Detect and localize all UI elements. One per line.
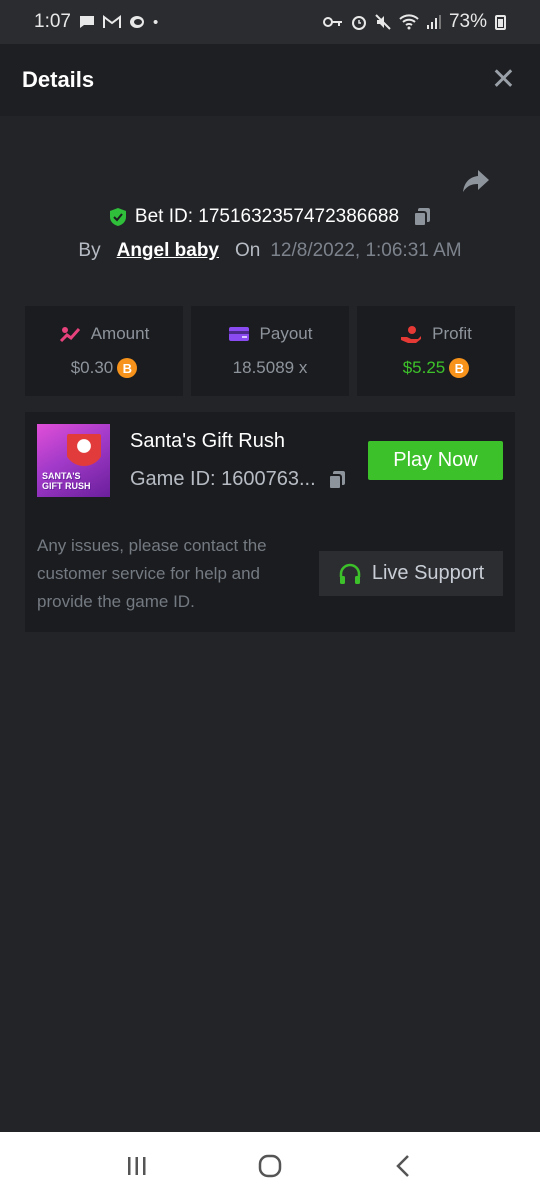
game-card: SANTA'S GIFT RUSH Santa's Gift Rush Game… — [25, 412, 515, 632]
copy-game-id-icon[interactable] — [327, 470, 346, 490]
live-support-button[interactable]: Live Support — [319, 551, 503, 596]
close-icon[interactable]: ✕ — [491, 65, 516, 95]
key-icon — [322, 17, 342, 27]
payout-card-icon — [228, 327, 249, 341]
play-now-button[interactable]: Play Now — [368, 441, 503, 480]
home-icon — [258, 1154, 282, 1178]
header: Details ✕ — [0, 44, 540, 116]
home-button[interactable] — [250, 1146, 290, 1186]
bitcoin-icon: B — [117, 358, 138, 378]
stat-amount-head: Amount — [59, 324, 150, 344]
profit-hand-icon — [401, 326, 422, 343]
payout-label: Payout — [259, 324, 313, 343]
thumbnail-title: SANTA'S GIFT RUSH — [42, 471, 91, 491]
game-id-row: Game ID: 1600763... — [130, 468, 346, 491]
page-title: Details — [22, 67, 95, 92]
amount-value: $0.30 — [70, 358, 114, 377]
copy-bet-id-icon[interactable] — [413, 207, 431, 227]
share-icon[interactable] — [462, 168, 490, 194]
status-time: 1:07 — [34, 11, 71, 32]
bet-id-row: Bet ID: 1751632357472386688 — [0, 202, 540, 232]
amount-value-row: $0.30 B — [71, 358, 138, 378]
chat-icon — [129, 16, 144, 28]
signal-icon — [426, 15, 441, 29]
stat-profit-head: Profit — [400, 324, 472, 344]
recent-apps-icon — [127, 1157, 146, 1175]
game-thumbnail[interactable]: SANTA'S GIFT RUSH — [37, 424, 110, 497]
bet-id: Bet ID: 1751632357472386688 — [134, 206, 400, 227]
game-title: Santa's Gift Rush — [130, 430, 285, 452]
system-nav-bar — [0, 1132, 540, 1200]
back-button[interactable] — [383, 1146, 423, 1186]
user-link[interactable]: Angel baby — [117, 240, 219, 262]
back-icon — [396, 1155, 410, 1177]
status-bar: 1:07 • 73% — [0, 0, 540, 44]
status-right: 73% — [322, 11, 506, 33]
stats-row: Amount $0.30 B Payout 18.5089 x Profit $… — [25, 306, 515, 396]
profit-value: $5.25 — [402, 358, 446, 377]
on-label: On — [235, 240, 261, 261]
stat-payout-head: Payout — [228, 324, 313, 344]
profit-value-row: $5.25 B — [403, 358, 470, 378]
live-support-label: Live Support — [371, 562, 485, 584]
bitcoin-icon: B — [449, 358, 470, 378]
bet-author-row: By Angel baby On 12/8/2022, 1:06:31 AM — [0, 236, 540, 266]
support-info-text: Any issues, please contact the customer … — [37, 536, 267, 611]
game-id: Game ID: 1600763... — [130, 468, 316, 490]
santa-figure — [67, 434, 101, 474]
recent-apps-button[interactable] — [117, 1146, 157, 1186]
by-label: By — [78, 240, 101, 261]
amount-label: Amount — [90, 324, 150, 343]
status-left: 1:07 • — [34, 11, 158, 33]
stat-payout: Payout 18.5089 x — [191, 306, 349, 396]
mute-icon — [375, 14, 391, 30]
message-icon — [79, 16, 94, 28]
alarm-icon — [351, 16, 366, 30]
dot-icon: • — [152, 13, 159, 31]
stat-amount: Amount $0.30 B — [25, 306, 183, 396]
wifi-icon — [399, 14, 419, 30]
profit-label: Profit — [432, 324, 472, 343]
battery-percent: 73% — [448, 11, 487, 32]
gmail-icon — [102, 15, 121, 28]
payout-value-row: 18.5089 x — [233, 358, 308, 378]
payout-value: 18.5089 x — [232, 358, 308, 377]
bet-date: 12/8/2022, 1:06:31 AM — [270, 240, 462, 261]
stat-profit: Profit $5.25 B — [357, 306, 515, 396]
amount-icon — [59, 327, 80, 343]
battery-icon — [495, 14, 506, 30]
verified-shield-icon — [109, 208, 126, 226]
headphones-icon — [339, 563, 361, 584]
